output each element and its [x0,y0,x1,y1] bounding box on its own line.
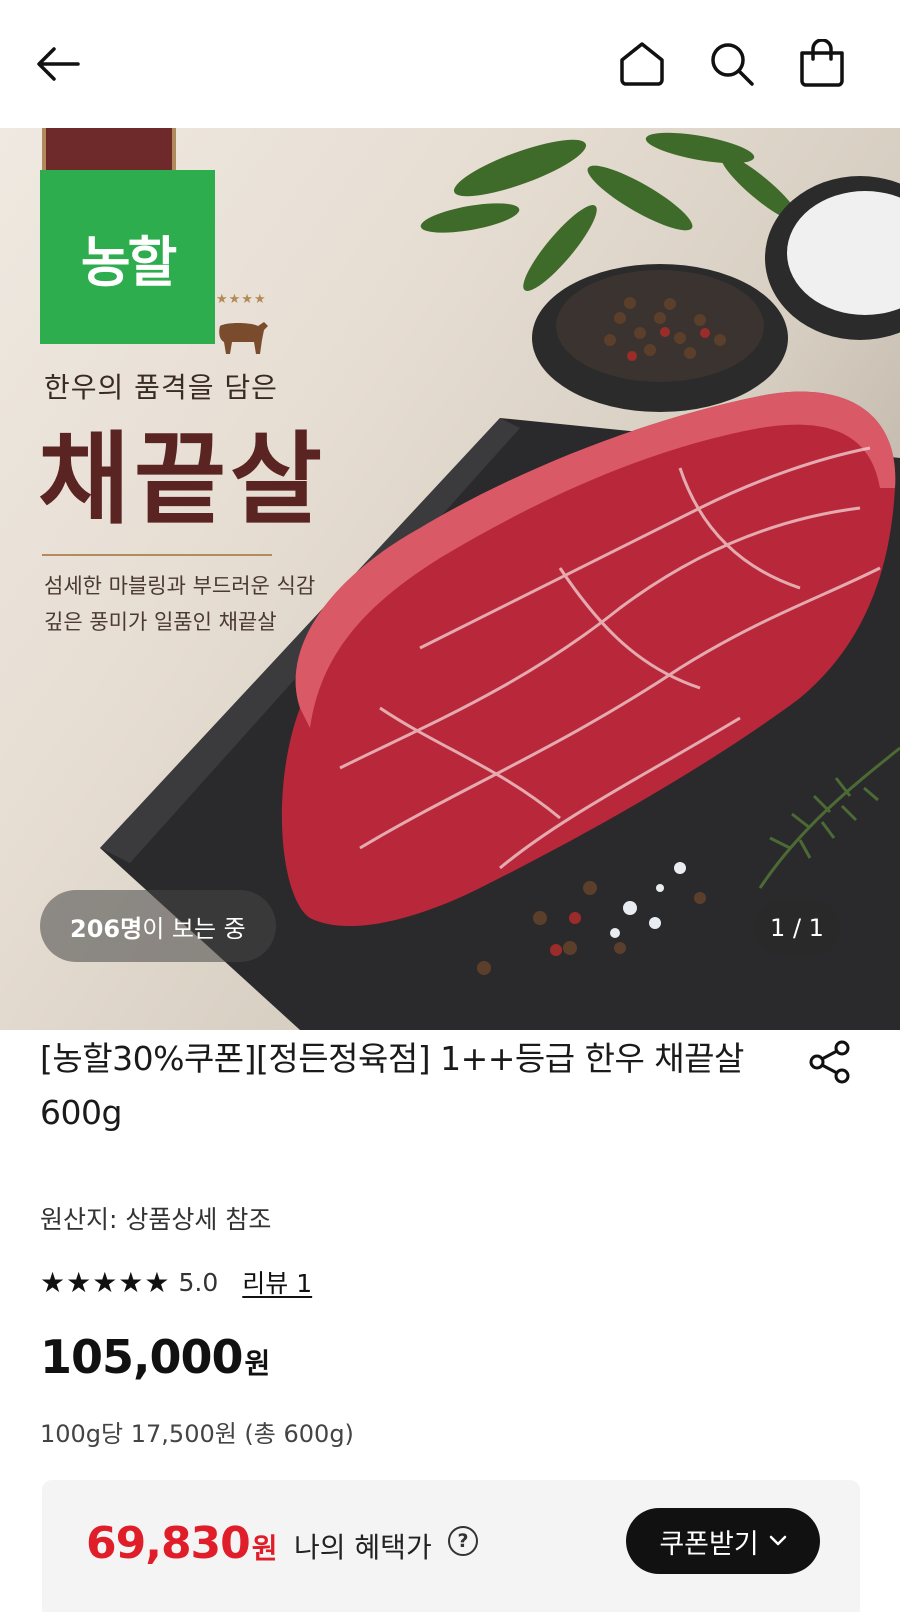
search-button[interactable] [702,34,762,94]
product-title: [농할30%쿠폰][정든정육점] 1++등급 한우 채끝살 600g [40,1039,744,1132]
cart-button[interactable] [792,34,852,94]
share-icon [809,1040,850,1084]
hero-description: 섬세한 마블링과 부드러운 식감 깊은 풍미가 일품인 채끝살 [44,568,315,640]
price-currency: 원 [244,1347,271,1380]
benefit-price-value: 69,830 [86,1518,251,1569]
chevron-down-icon [769,1535,786,1546]
viewer-count-badge: 206명 이 보는 중 [40,890,276,962]
cow-icon [219,322,268,354]
decor-stars: ★★★★ [216,292,267,307]
benefit-price: 69,830 원 [86,1518,278,1569]
shopping-bag-icon [800,39,844,87]
review-link[interactable]: 리뷰 1 [242,1264,312,1300]
search-icon [711,43,754,86]
hero-title: 채끝살 [38,420,326,538]
home-icon [620,42,664,86]
hero-description-line: 섬세한 마블링과 부드러운 식감 [44,574,316,598]
unit-price: 100g당 17,500원 (총 600g) [40,1420,354,1448]
question-icon[interactable]: ? [448,1526,478,1556]
get-coupon-button[interactable]: 쿠폰받기 [626,1508,820,1574]
coupon-button-label: 쿠폰받기 [659,1528,759,1560]
home-button[interactable] [612,34,672,94]
price-value: 105,000 [40,1330,244,1384]
rating-value: 5.0 [178,1267,219,1297]
arrow-left-icon [37,47,80,81]
brand-badge: 농할 [40,170,215,344]
back-button[interactable] [28,34,88,94]
hero-divider [42,554,272,556]
image-page-indicator: 1 / 1 [754,900,840,956]
star-rating-icon: ★★★★★ [40,1265,171,1299]
rating-row: ★★★★★ 5.0 리뷰 1 [40,1262,312,1302]
benefit-price-panel: 69,830 원 나의 혜택가 ? 쿠폰받기 [42,1480,860,1612]
benefit-label: 나의 혜택가 [294,1531,432,1564]
viewer-suffix: 이 보는 중 [142,914,246,943]
benefit-price-currency: 원 [251,1532,278,1565]
origin-info: 원산지: 상품상세 참조 [40,1205,272,1234]
product-price: 105,000 원 [40,1330,271,1384]
share-button[interactable] [798,1030,862,1094]
top-app-bar [0,0,900,128]
viewer-count: 206명 [70,914,143,943]
product-image-carousel[interactable]: 농할 ★★★★ 한우의 품격을 담은 채끝살 섬세한 마블링과 부드러운 식감 … [0,128,900,1030]
hero-description-line: 깊은 풍미가 일품인 채끝살 [44,610,277,634]
